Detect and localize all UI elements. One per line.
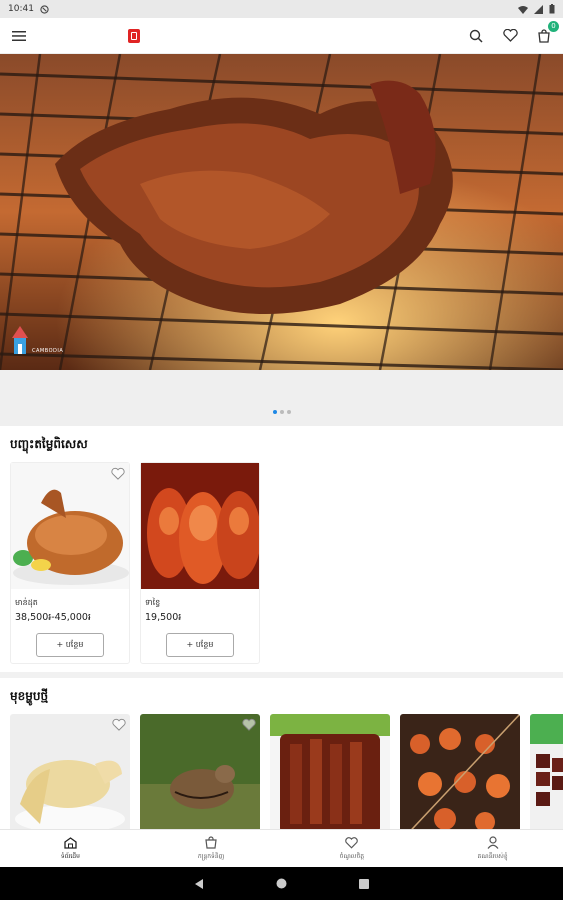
app-bar: 0 <box>0 18 563 54</box>
cart-icon[interactable]: 0 <box>535 20 559 45</box>
product-name: ទាខ្វៃ <box>145 598 161 607</box>
nav-label: ទំព័រដើម <box>60 852 80 860</box>
status-bar: 10:41 <box>0 0 563 18</box>
carousel-dot[interactable] <box>272 410 277 414</box>
recents-icon[interactable] <box>359 878 369 889</box>
favorite-heart-icon[interactable] <box>501 27 519 45</box>
menu-icon[interactable] <box>10 27 28 45</box>
product-price: 19,500៛ <box>145 612 182 623</box>
favorite-toggle-icon[interactable] <box>242 718 256 732</box>
product-image[interactable] <box>141 463 259 589</box>
new-product-card[interactable] <box>10 714 130 842</box>
bottom-navigation: ទំព័រដើម កន្ត្រកទំនិញ ចំណូលចិត្ត គណនីរបស… <box>0 829 563 867</box>
shopping-bag-icon <box>205 836 217 849</box>
favorite-toggle-icon[interactable] <box>111 467 125 481</box>
search-icon[interactable] <box>467 27 485 45</box>
nav-item-cart[interactable]: កន្ត្រកទំនិញ <box>161 836 261 861</box>
hero-brand-logo: CAMBODIA <box>12 326 63 354</box>
system-navigation-bar <box>0 867 563 900</box>
carousel-dot[interactable] <box>286 410 291 414</box>
nav-item-home[interactable]: ទំព័រដើម <box>20 836 120 861</box>
section-title: មុខម្ហូបថ្មី <box>10 689 49 703</box>
add-to-cart-button[interactable]: + បន្ថែម <box>36 633 104 657</box>
notification-icon <box>40 4 49 14</box>
cart-badge: 0 <box>548 20 559 32</box>
signal-icon <box>534 4 543 14</box>
nav-item-favorites[interactable]: ចំណូលចិត្ត <box>302 836 402 861</box>
home-circle-icon[interactable] <box>276 878 287 889</box>
product-price: 38,500៛-45,000៛ <box>15 612 91 623</box>
carousel-indicator <box>0 370 563 426</box>
new-items-section: មុខម្ហូបថ្មី <box>0 678 563 842</box>
hero-banner[interactable]: CAMBODIA <box>0 54 563 370</box>
product-card[interactable]: មាន់ដុត 38,500៛-45,000៛ + បន្ថែម <box>10 462 130 664</box>
wifi-icon <box>518 5 528 14</box>
new-product-card[interactable] <box>270 714 390 842</box>
new-product-card[interactable] <box>400 714 520 842</box>
new-product-card[interactable] <box>530 714 563 842</box>
nav-label: ចំណូលចិត្ត <box>339 852 365 860</box>
nav-label: គណនីរបស់ខ្ញុំ <box>477 853 508 860</box>
product-image[interactable] <box>11 463 129 589</box>
featured-section: បញ្ចុះតម្លៃពិសេស មាន់ដុត 38,500៛-45,000៛… <box>0 426 563 664</box>
nav-item-account[interactable]: គណនីរបស់ខ្ញុំ <box>443 836 543 861</box>
user-icon <box>487 836 499 849</box>
status-time: 10:41 <box>8 4 34 14</box>
hero-brand-text: CAMBODIA <box>32 348 64 354</box>
heart-icon <box>345 836 359 849</box>
home-icon <box>64 836 77 849</box>
back-icon[interactable] <box>194 878 204 890</box>
product-name: មាន់ដុត <box>15 598 38 607</box>
battery-icon <box>549 4 555 14</box>
favorite-toggle-icon[interactable] <box>112 718 126 732</box>
nav-label: កន្ត្រកទំនិញ <box>197 853 225 860</box>
section-title: បញ្ចុះតម្លៃពិសេស <box>10 437 88 451</box>
carousel-dot[interactable] <box>279 410 284 414</box>
add-to-cart-button[interactable]: + បន្ថែម <box>166 633 234 657</box>
brand-logo[interactable] <box>128 28 140 43</box>
new-product-card[interactable] <box>140 714 260 842</box>
product-card[interactable]: ទាខ្វៃ 19,500៛ + បន្ថែម <box>140 462 260 664</box>
